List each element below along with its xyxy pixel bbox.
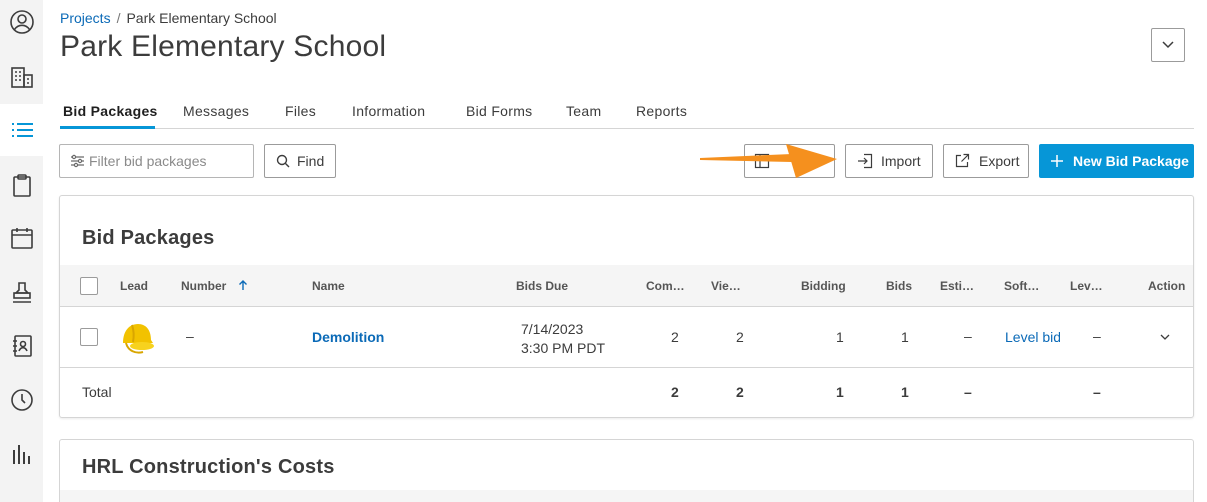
new-bid-package-button[interactable]: New Bid Package xyxy=(1039,144,1194,178)
row-viewed: 2 xyxy=(736,329,744,345)
rail-item-approvals[interactable] xyxy=(0,266,43,318)
export-button[interactable]: Export xyxy=(943,144,1029,178)
select-all-checkbox[interactable] xyxy=(80,277,98,295)
total-committed: 2 xyxy=(671,384,679,400)
calendar-icon xyxy=(10,228,33,249)
project-tabs: Bid Packages Messages Files Information … xyxy=(60,96,1194,129)
rail-item-tasks[interactable] xyxy=(0,159,43,211)
breadcrumb-current: Park Elementary School xyxy=(126,10,277,26)
row-software-link[interactable]: Level bid xyxy=(1005,329,1060,345)
plus-icon xyxy=(1051,155,1063,167)
total-bidding: 1 xyxy=(836,384,844,400)
total-viewed: 2 xyxy=(736,384,744,400)
tab-bid-forms[interactable]: Bid Forms xyxy=(466,103,533,119)
row-checkbox[interactable] xyxy=(80,328,98,346)
import-button[interactable]: Import xyxy=(845,144,933,178)
breadcrumb: Projects / Park Elementary School xyxy=(60,10,277,26)
annotation-arrow-icon xyxy=(700,144,837,178)
left-nav-rail xyxy=(0,0,43,502)
page-title: Park Elementary School xyxy=(60,30,387,63)
clock-icon xyxy=(10,389,33,411)
costs-title: HRL Construction's Costs xyxy=(82,456,335,478)
row-number: – xyxy=(186,328,194,344)
column-action: Action xyxy=(1148,279,1186,293)
column-name[interactable]: Name xyxy=(312,279,345,293)
rail-item-bid-board[interactable] xyxy=(0,104,43,156)
bid-packages-title: Bid Packages xyxy=(82,227,215,249)
column-software[interactable]: Soft… xyxy=(1004,279,1039,293)
rail-item-profile[interactable] xyxy=(0,0,43,48)
chevron-down-icon xyxy=(1162,41,1174,49)
stamp-icon xyxy=(12,282,31,303)
building-icon xyxy=(10,67,33,88)
row-name-link[interactable]: Demolition xyxy=(312,329,384,345)
total-bids: 1 xyxy=(901,384,909,400)
rail-item-analytics[interactable] xyxy=(0,428,43,480)
table-header: Lead Number Name Bids Due Com… Vie… Bidd… xyxy=(60,265,1193,307)
rail-item-directory[interactable] xyxy=(0,320,43,372)
tab-team[interactable]: Team xyxy=(566,103,601,119)
tab-messages[interactable]: Messages xyxy=(183,103,249,119)
rail-item-history[interactable] xyxy=(0,374,43,426)
rail-item-calendar[interactable] xyxy=(0,212,43,264)
column-bids-due[interactable]: Bids Due xyxy=(516,279,568,293)
column-bids[interactable]: Bids xyxy=(886,279,912,293)
filter-bid-packages-input[interactable] xyxy=(89,153,249,169)
total-row: Total 2 2 1 1 – – xyxy=(60,368,1193,417)
column-estimate[interactable]: Esti… xyxy=(940,279,974,293)
column-bidding[interactable]: Bidding xyxy=(801,279,846,293)
tab-files[interactable]: Files xyxy=(285,103,316,119)
column-number[interactable]: Number xyxy=(181,279,248,293)
export-icon xyxy=(955,153,970,168)
row-estimate: – xyxy=(964,328,972,344)
list-icon xyxy=(11,123,33,137)
sort-ascending-icon xyxy=(238,280,247,290)
project-menu-button[interactable] xyxy=(1151,28,1185,62)
row-leveled: – xyxy=(1093,328,1101,344)
clipboard-icon xyxy=(12,174,31,197)
row-bids-due-time: 3:30 PM PDT xyxy=(521,340,606,356)
table-row: – Demolition 7/14/2023 3:30 PM PDT 2 2 1… xyxy=(60,307,1193,368)
row-committed: 2 xyxy=(671,329,679,345)
tab-reports[interactable]: Reports xyxy=(636,103,687,119)
column-viewed[interactable]: Vie… xyxy=(711,279,741,293)
filter-bid-packages-field[interactable] xyxy=(59,144,254,178)
row-bids-due-date: 7/14/2023 xyxy=(521,321,584,337)
bar-chart-icon xyxy=(12,445,30,464)
address-book-icon xyxy=(12,335,32,357)
row-bidding: 1 xyxy=(836,329,844,345)
costs-table-header xyxy=(60,490,1193,502)
rail-item-projects[interactable] xyxy=(0,51,43,103)
row-action-chevron-icon[interactable] xyxy=(1159,332,1171,342)
search-icon xyxy=(276,154,290,168)
costs-card: HRL Construction's Costs xyxy=(59,439,1194,502)
find-button-label: Find xyxy=(297,153,325,169)
column-lead[interactable]: Lead xyxy=(120,279,148,293)
bid-packages-card: Bid Packages Lead Number Name Bids Due C… xyxy=(59,195,1194,418)
export-button-label: Export xyxy=(979,153,1020,169)
hard-hat-icon xyxy=(123,324,154,354)
active-tab-indicator xyxy=(60,126,155,129)
import-button-label: Import xyxy=(881,153,921,169)
filter-sliders-icon xyxy=(71,154,84,168)
column-leveled[interactable]: Lev… xyxy=(1070,279,1103,293)
tab-bid-packages[interactable]: Bid Packages xyxy=(63,103,158,119)
find-button[interactable]: Find xyxy=(264,144,336,178)
total-estimate: – xyxy=(964,384,972,400)
user-circle-icon xyxy=(9,10,34,34)
breadcrumb-separator: / xyxy=(116,10,121,26)
total-label: Total xyxy=(82,384,112,400)
new-bid-package-label: New Bid Package xyxy=(1073,153,1189,169)
import-icon xyxy=(858,153,873,169)
tab-information[interactable]: Information xyxy=(352,103,425,119)
row-bids: 1 xyxy=(901,329,909,345)
column-committed[interactable]: Com… xyxy=(646,279,685,293)
total-leveled: – xyxy=(1093,384,1101,400)
breadcrumb-projects-link[interactable]: Projects xyxy=(60,10,111,26)
